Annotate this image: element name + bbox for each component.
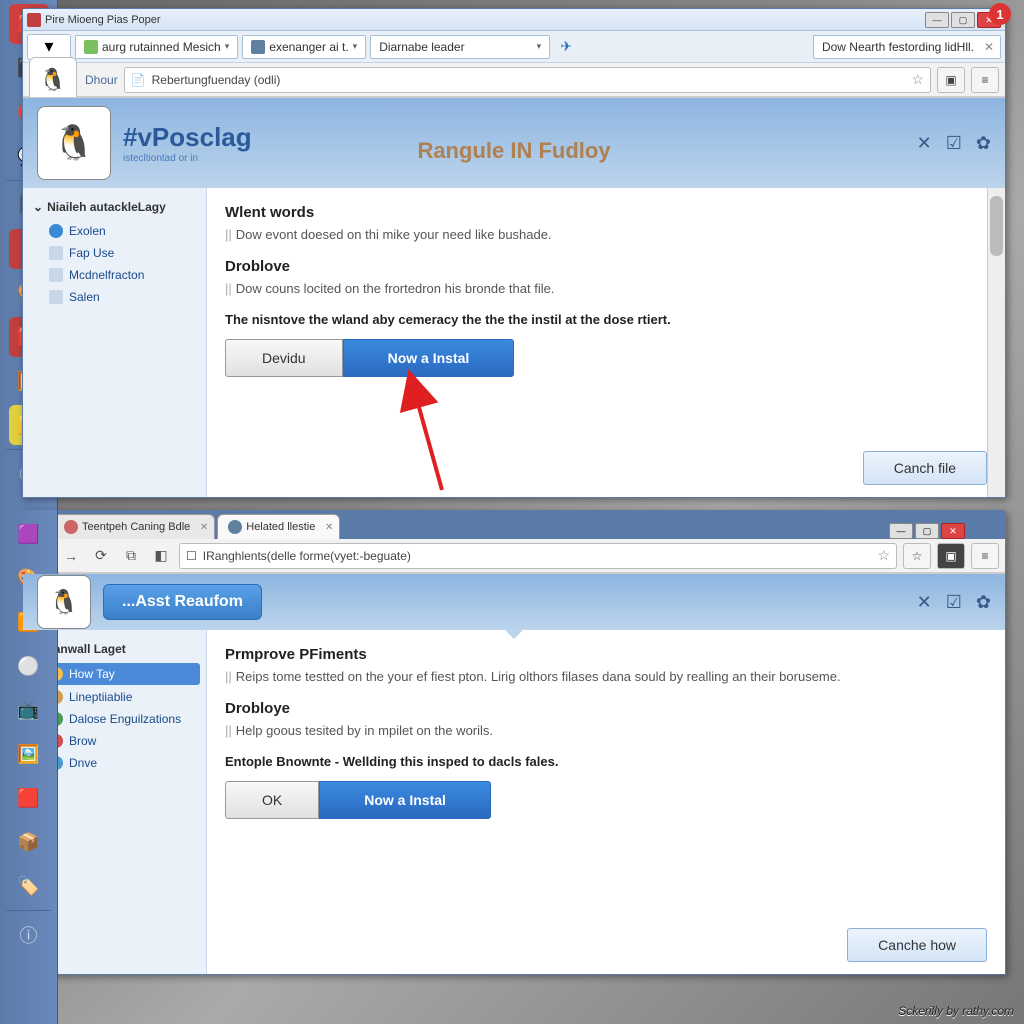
scrollbar[interactable] [987,188,1005,497]
window-2: 🗔 Teentpeh Caning Bdle✕ Helated llestie✕… [22,510,1006,975]
star-icon[interactable]: ☆ [911,71,924,88]
close-button[interactable]: ✕ [941,523,965,539]
primary-button[interactable]: Now a Instal [319,781,491,819]
page-title: #vPosclag [123,122,252,153]
tab-favicon [228,520,242,534]
section-heading: Prmprove PFiments [225,646,987,663]
tool-icon[interactable]: ✕ [917,133,932,154]
section-text: ||Help goous tesited by in mpilet on the… [225,723,987,738]
menu-icon[interactable]: ≡ [971,67,999,93]
page-icon: ☐ [186,549,197,563]
address-bar: 🐧1 Dhour 📄 Rebertungfuenday (odli) ☆ ▣ ≡ [23,63,1005,97]
section-heading: Droblove [225,258,987,275]
close-tab-icon[interactable]: ✕ [325,522,333,533]
sidebar-item[interactable]: Exolen [23,220,206,242]
tab-strip: 🗔 Teentpeh Caning Bdle✕ Helated llestie✕… [23,511,1005,539]
section-text: ||Dow couns locited on the frortedron hi… [225,281,987,296]
sidebar: ⌄Niaileh autackleLagy Exolen Fap Use Mcd… [23,188,207,497]
taskbar-icon[interactable]: 🟥 [9,778,49,818]
reload-button[interactable]: ⟳ [89,544,113,568]
settings-icon[interactable]: ✿ [976,592,991,613]
tool-icon[interactable]: ☑ [946,133,962,154]
sidebar-header[interactable]: ⌄Niaileh autackleLagy [23,194,206,220]
content-pane: Prmprove PFiments ||Reips tome testted o… [207,630,1005,974]
tab-icon[interactable]: ⧉ [119,544,143,568]
button-row: Devidu Now a Instal [225,339,987,377]
taskbar-icon[interactable]: 📦 [9,822,49,862]
menu-icon[interactable]: ≡ [971,543,999,569]
minimize-button[interactable]: — [889,523,913,539]
window-title: Pire Mioeng Pias Poper [45,14,161,26]
close-tab-icon[interactable]: ✕ [200,522,208,533]
tab-favicon [64,520,78,534]
bookmark-bar: ▾ aurg rutainned Mesich▾ exenanger ai t.… [23,31,1005,63]
content-pane: Wlent words ||Dow evont doesed on thi mi… [207,188,1005,497]
cancel-button[interactable]: Canche how [847,928,987,962]
extension-icon[interactable]: ▣ [937,67,965,93]
taskbar-icon[interactable]: 📺 [9,690,49,730]
star-icon[interactable]: ☆ [877,547,890,564]
page-body: 🐧 ...Asst Reaufom ✕ ☑ ✿ ⌄llanwall Laget … [23,573,1005,974]
extension-icon[interactable]: ▣ [937,543,965,569]
section-text: ||Dow evont doesed on thi mike your need… [225,227,987,242]
breadcrumb-label: Dhour [85,73,118,87]
taskbar-icon[interactable]: 🏷️ [9,866,49,906]
chevron-down-icon: ⌄ [33,200,43,214]
bookmark-item[interactable]: Diarnabe leader▾ [370,35,550,59]
app-badge-icon[interactable]: 🐧1 [29,57,77,103]
tab[interactable]: Teentpeh Caning Bdle✕ [53,514,215,539]
maximize-button[interactable]: ▢ [915,523,939,539]
section-bold: Entople Bnownte - Wellding this insped t… [225,754,987,769]
secondary-button[interactable]: Devidu [225,339,343,377]
send-icon[interactable]: ✈ [554,35,578,59]
taskbar-icon[interactable]: ⚪ [9,646,49,686]
sidebar-item[interactable]: Salen [23,286,206,308]
forward-button[interactable]: → [59,544,83,568]
page-subtitle: istecltiontad or in [123,153,252,164]
bookmark-item[interactable]: aurg rutainned Mesich▾ [75,35,238,59]
taskbar-icon[interactable]: 🟪 [9,514,49,554]
taskbar-info-icon[interactable]: ⓘ [9,915,49,955]
tool-icon[interactable]: ✕ [917,592,932,613]
section-heading: Wlent words [225,204,987,221]
address-bar: ← → ⟳ ⧉ ◧ ☐ IRanghlents(delle forme(vyet… [23,539,1005,573]
pointer-icon [504,629,524,639]
section-bold: The nisntove the wland aby cemeracy the … [225,312,987,327]
panel-icon[interactable]: ◧ [149,544,173,568]
button-row: OK Now a Instal [225,781,987,819]
taskbar-icon[interactable]: 🖼️ [9,734,49,774]
page-icon: 📄 [131,73,146,87]
maximize-button[interactable]: ▢ [951,12,975,28]
back-dropdown[interactable]: ▾ [27,34,71,60]
address-input[interactable]: 📄 Rebertungfuenday (odli) ☆ [124,67,931,93]
page-header: 🐧 ...Asst Reaufom ✕ ☑ ✿ [23,574,1005,630]
page-body: 🐧 #vPosclag istecltiontad or in Rangule … [23,97,1005,497]
bookmark-icon[interactable]: ☆ [903,543,931,569]
section-text: ||Reips tome testted on the your ef fies… [225,669,987,684]
sidebar-item[interactable]: Mcdnelfracton [23,264,206,286]
sidebar-item[interactable]: Fap Use [23,242,206,264]
section-heading: Drobloye [225,700,987,717]
address-input[interactable]: ☐ IRanghlents(delle forme(vyet:-beguate)… [179,543,897,569]
window-1: Pire Mioeng Pias Poper — ▢ ✕ ▾ aurg ruta… [22,8,1006,498]
teaser-title: Rangule IN Fudloy [417,138,610,164]
ok-button[interactable]: OK [225,781,319,819]
app-icon [27,13,41,27]
minimize-button[interactable]: — [925,12,949,28]
bookmark-item[interactable]: exenanger ai t.▾ [242,35,366,59]
chip-button[interactable]: ...Asst Reaufom [103,584,262,620]
settings-icon[interactable]: ✿ [976,133,991,154]
tab-active[interactable]: Helated llestie✕ [217,514,340,539]
tool-icon[interactable]: ☑ [946,592,962,613]
tab-right[interactable]: Dow Nearth festording lidHll.✕ [813,35,1001,59]
logo-icon[interactable]: 🐧 [37,106,111,180]
notification-badge: 1 [989,3,1011,25]
logo-icon[interactable]: 🐧 [37,575,91,629]
primary-button[interactable]: Now a Instal [343,339,515,377]
cancel-button[interactable]: Canch file [863,451,987,485]
page-header: 🐧 #vPosclag istecltiontad or in Rangule … [23,98,1005,188]
titlebar[interactable]: Pire Mioeng Pias Poper — ▢ ✕ [23,9,1005,31]
watermark: Sckerilly by rathy.com [898,1004,1014,1018]
